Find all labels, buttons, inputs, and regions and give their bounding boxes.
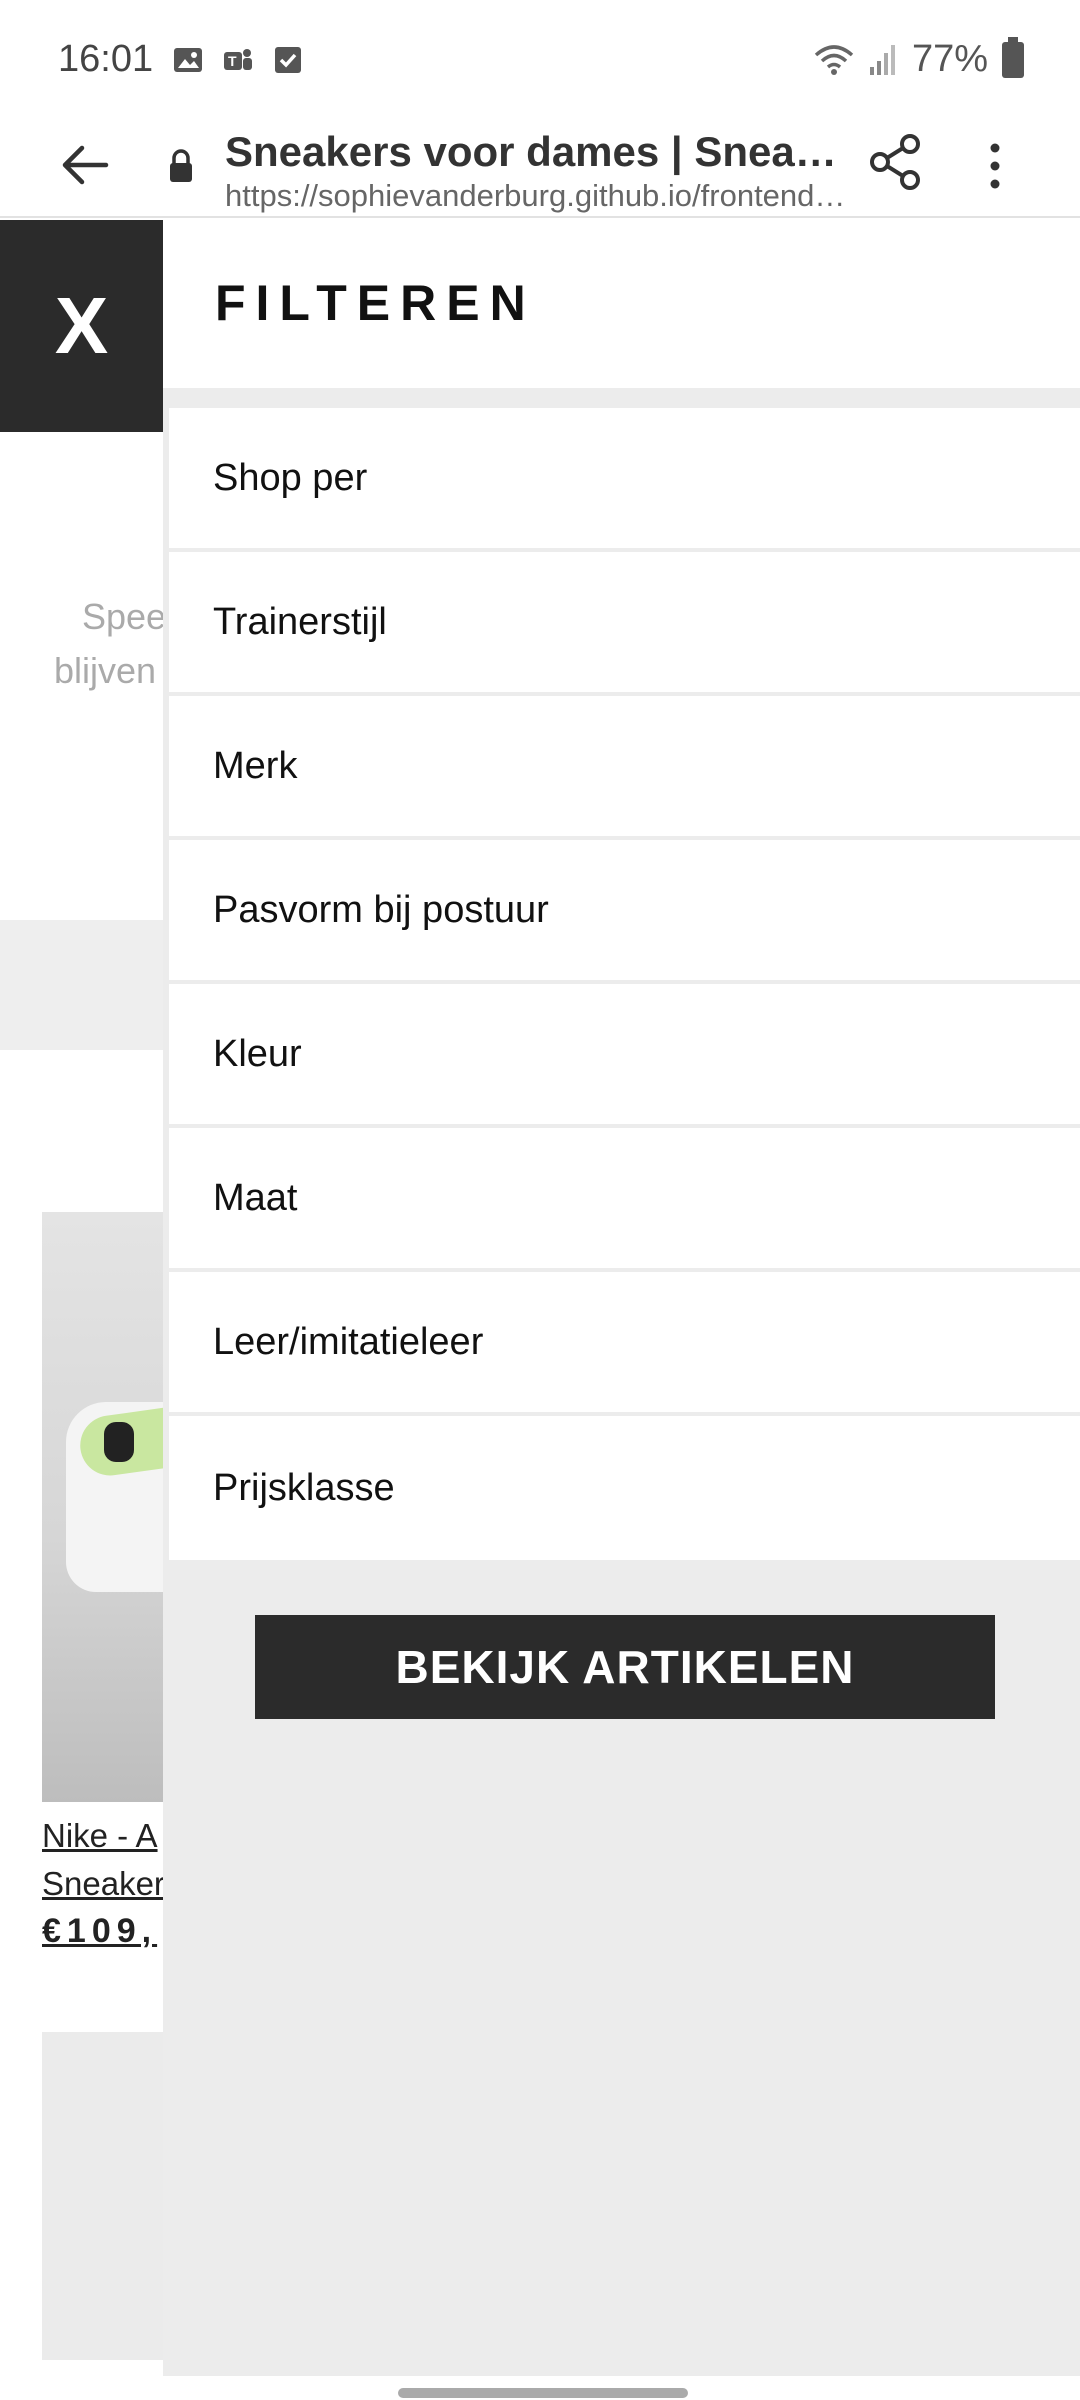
status-right: 77%	[814, 36, 1024, 81]
filter-item-trainerstijl[interactable]: Trainerstijl	[163, 552, 1080, 696]
teams-icon: T	[224, 49, 252, 70]
background-page: Spee blijven Nike - A Sneakers €109,	[0, 220, 165, 2360]
filter-item-kleur[interactable]: Kleur	[163, 984, 1080, 1128]
battery-percentage: 77%	[911, 38, 988, 80]
filter-item-leer[interactable]: Leer/imitatieleer	[163, 1272, 1080, 1416]
filter-item-prijsklasse[interactable]: Prijsklasse	[163, 1416, 1080, 1560]
battery-icon	[1002, 36, 1024, 78]
wifi-icon	[814, 44, 854, 75]
background-band	[0, 920, 165, 1050]
product-name[interactable]: Nike - A Sneakers	[42, 1812, 165, 1908]
status-bar: 16:01 T 77%	[0, 0, 1080, 124]
background-intro-text: Spee blijven	[54, 596, 165, 691]
signal-icon	[869, 44, 895, 75]
filter-item-shop-per[interactable]: Shop per	[163, 408, 1080, 552]
product-image[interactable]	[42, 2032, 165, 2360]
page-title[interactable]: Sneakers voor dames | Sneakers…	[225, 128, 845, 176]
close-filter-button[interactable]: X	[0, 220, 163, 432]
page-url[interactable]: https://sophievanderburg.github.io/front…	[225, 178, 855, 214]
notification-icons: T	[172, 44, 304, 76]
filter-title: FILTEREN	[215, 275, 536, 331]
image-icon	[174, 48, 202, 72]
back-arrow-icon[interactable]	[58, 138, 112, 192]
view-items-button[interactable]: BEKIJK ARTIKELEN	[255, 1615, 995, 1719]
gesture-handle[interactable]	[398, 2388, 688, 2398]
filter-panel: FILTEREN Shop per Trainerstijl Merk Pasv…	[163, 220, 1080, 2376]
filter-item-pasvorm[interactable]: Pasvorm bij postuur	[163, 840, 1080, 984]
filter-header: FILTEREN	[163, 220, 1080, 388]
checkbox-icon	[275, 47, 301, 73]
product-price[interactable]: €109,	[42, 1912, 157, 1951]
browser-toolbar: Sneakers voor dames | Sneakers… https://…	[0, 118, 1080, 218]
svg-text:T: T	[228, 53, 237, 69]
share-icon[interactable]	[868, 132, 924, 192]
product-image[interactable]	[42, 1212, 165, 1802]
more-options-icon[interactable]	[980, 136, 1010, 196]
filter-list: Shop per Trainerstijl Merk Pasvorm bij p…	[163, 408, 1080, 1560]
lock-icon[interactable]	[168, 148, 194, 184]
status-time: 16:01	[58, 38, 154, 80]
filter-item-maat[interactable]: Maat	[163, 1128, 1080, 1272]
filter-item-merk[interactable]: Merk	[163, 696, 1080, 840]
